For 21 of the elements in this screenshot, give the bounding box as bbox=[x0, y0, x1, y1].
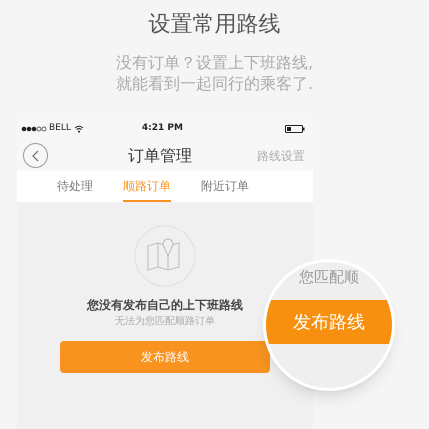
tab[interactable]: 顺路订单 bbox=[123, 171, 171, 202]
subtitle-line: 没有订单？设置上下班路线, bbox=[116, 52, 314, 73]
publish-route-button-zoomed: 发布路线 bbox=[266, 300, 392, 344]
clock-time: 4:21 PM bbox=[142, 122, 183, 136]
nav-title: 订单管理 bbox=[128, 144, 192, 166]
wifi-icon bbox=[74, 125, 84, 133]
map-pin-icon bbox=[133, 224, 197, 288]
back-button[interactable] bbox=[23, 143, 48, 168]
carrier-name: BELL bbox=[49, 122, 71, 136]
publish-route-button[interactable]: 发布路线 bbox=[60, 341, 270, 373]
empty-hint: 无法为您匹配顺路订单 bbox=[115, 314, 215, 329]
subtitle-line: 就能看到一起同行的乘客了. bbox=[116, 73, 314, 94]
battery-icon bbox=[285, 125, 305, 133]
partial-hint-text: 您匹配顺 bbox=[299, 268, 359, 286]
tab[interactable]: 附近订单 bbox=[201, 171, 249, 202]
chevron-left-icon bbox=[32, 150, 39, 162]
page-title: 设置常用路线 bbox=[148, 11, 280, 39]
tab[interactable]: 待处理 bbox=[57, 171, 93, 202]
empty-message: 您没有发布自己的上下班路线 bbox=[87, 297, 243, 314]
route-settings-link[interactable]: 路线设置 bbox=[257, 146, 305, 164]
signal-icon bbox=[21, 126, 47, 132]
